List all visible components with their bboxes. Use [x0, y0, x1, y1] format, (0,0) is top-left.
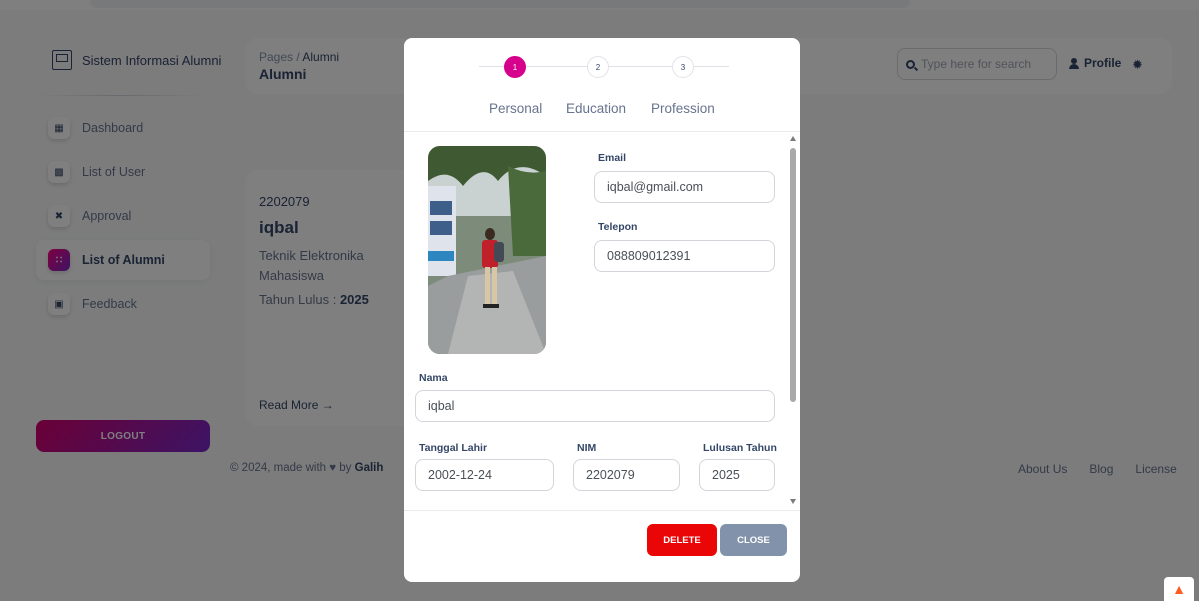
lulusan-tahun-label: Lulusan Tahun — [703, 442, 777, 454]
step-label-personal[interactable]: Personal — [489, 101, 542, 116]
tanggal-lahir-field[interactable]: 2002-12-24 — [415, 459, 554, 491]
modal-footer: DELETE CLOSE — [404, 511, 800, 582]
nim-label: NIM — [577, 442, 597, 454]
scroll-up-arrow-icon[interactable] — [790, 136, 796, 141]
close-button[interactable]: CLOSE — [720, 524, 787, 556]
modal-scrollbar[interactable] — [788, 132, 798, 510]
scroll-down-arrow-icon[interactable] — [790, 499, 796, 504]
nim-field[interactable]: 2202079 — [573, 459, 680, 491]
alumni-photo-image — [428, 146, 546, 354]
telepon-label: Telepon — [598, 221, 638, 233]
alumni-photo — [428, 146, 546, 354]
modal-body: Email iqbal@gmail.com Telepon 0888090123… — [404, 131, 800, 511]
step-3-indicator[interactable]: 3 — [672, 56, 694, 78]
nama-label: Nama — [419, 372, 448, 384]
nama-field[interactable]: iqbal — [415, 390, 775, 422]
step-2-indicator[interactable]: 2 — [587, 56, 609, 78]
stepper: 1 2 3 Personal Education Profession — [404, 38, 800, 131]
step-1-indicator[interactable]: 1 — [504, 56, 526, 78]
scrollbar-thumb[interactable] — [790, 148, 796, 402]
telepon-field[interactable]: 088809012391 — [594, 240, 775, 272]
email-label: Email — [598, 152, 627, 164]
step-label-education[interactable]: Education — [566, 101, 626, 116]
lulusan-tahun-field[interactable]: 2025 — [699, 459, 775, 491]
flame-icon[interactable]: ▲ — [1164, 577, 1194, 601]
tanggal-lahir-label: Tanggal Lahir — [419, 442, 488, 454]
delete-button[interactable]: DELETE — [647, 524, 717, 556]
step-label-profession[interactable]: Profession — [651, 101, 715, 116]
email-field[interactable]: iqbal@gmail.com — [594, 171, 775, 203]
alumni-detail-modal: 1 2 3 Personal Education Profession Emai… — [404, 38, 800, 582]
